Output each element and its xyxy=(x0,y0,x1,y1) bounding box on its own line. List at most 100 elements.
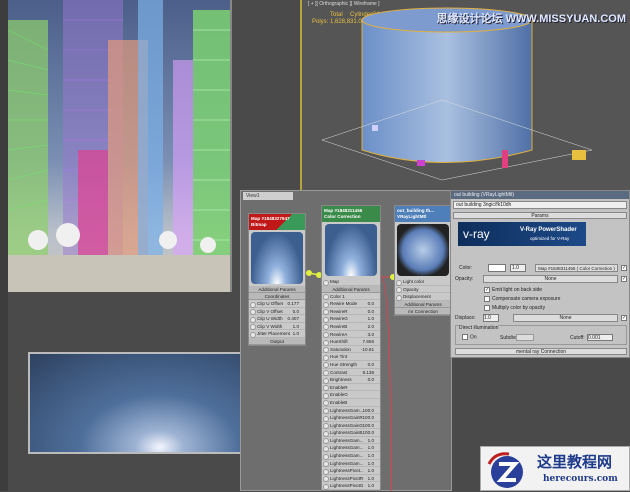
slot-label: Hue Tint xyxy=(330,354,348,360)
color-swatch[interactable] xyxy=(488,264,506,272)
slot-value[interactable]: 100.0 xyxy=(363,429,375,437)
vray-logo: v-ray xyxy=(463,227,490,241)
slot-value[interactable]: 1.0 xyxy=(368,460,374,468)
checkbox[interactable]: ✓ xyxy=(484,286,490,293)
coordinates-rollout[interactable]: Coordinates xyxy=(249,293,305,300)
params-rollout[interactable]: Params xyxy=(453,212,627,219)
direct-on-option[interactable]: On xyxy=(462,334,477,340)
slate-material-editor[interactable]: View1 Map #1848327947 Bitmap Additional P… xyxy=(240,190,452,492)
parameter-slot[interactable]: Displacement xyxy=(395,293,451,301)
parameter-slot[interactable]: LightnessGam... 1.0 xyxy=(322,444,380,453)
parameter-slot[interactable]: Jitter Placement 1.0 xyxy=(249,330,305,338)
mental-ray-connection-rollout[interactable]: mental ray Connection xyxy=(455,348,627,355)
additional-params-rollout[interactable]: Additional Params xyxy=(322,285,380,293)
vray-light-mtl-node[interactable]: out_building th... VRayLightMtl Light col… xyxy=(394,205,452,316)
parameter-slot[interactable]: Hue Tint xyxy=(322,353,380,361)
slot-value[interactable]: 1.0 xyxy=(368,315,374,323)
slot-value[interactable]: 1.0 xyxy=(368,467,374,475)
parameter-slot[interactable]: EnableR xyxy=(322,384,380,392)
parameter-slot[interactable]: RewireG 1.0 xyxy=(322,315,380,323)
parameter-slot[interactable]: LightnessPivotG 1.0 xyxy=(322,482,380,491)
slot-value[interactable]: 1.0 xyxy=(293,330,299,338)
multiply-opacity-option[interactable]: Multiply color by opacity xyxy=(484,304,560,313)
slot-value[interactable]: 1.0 xyxy=(368,444,374,452)
emit-back-side-option[interactable]: ✓ Emit light on back side xyxy=(484,286,560,295)
parameter-slot[interactable]: HueShift 7.656 xyxy=(322,338,380,346)
parameter-slot[interactable]: Brightness 0.0 xyxy=(322,376,380,384)
parameter-slot[interactable]: EnableG xyxy=(322,391,380,399)
parameter-slot[interactable]: EnableB xyxy=(322,399,380,407)
compensate-exposure-option[interactable]: Compensate camera exposure xyxy=(484,295,560,304)
parameter-slot[interactable]: Saturation -10.61 xyxy=(322,346,380,354)
orthographic-viewport[interactable]: [ + ][ Orthographic ][ Wireframe ] Total… xyxy=(300,0,630,190)
displace-input[interactable]: 1.0 xyxy=(483,314,499,322)
slot-value[interactable]: 0.0 xyxy=(368,300,374,308)
displace-map-button[interactable]: None xyxy=(513,314,618,322)
parameter-slot[interactable]: Hue Strength 0.0 xyxy=(322,361,380,369)
color-multiplier-input[interactable]: 1.0 xyxy=(510,264,526,272)
direct-illumination-group: Direct illumination xyxy=(459,325,499,331)
parameter-slot[interactable]: LightnessPivotR 1.0 xyxy=(322,475,380,483)
subdivs-input[interactable] xyxy=(516,334,534,341)
displace-map-checkbox[interactable]: ✓ xyxy=(621,315,627,321)
parameter-slot[interactable]: Clip V Width 1.0 xyxy=(249,323,305,331)
parameter-slot[interactable]: RewireR 0.0 xyxy=(322,308,380,316)
slot-value[interactable]: 1.0 xyxy=(368,452,374,460)
parameter-slot[interactable]: Contrast 9.136 xyxy=(322,369,380,377)
slot-value[interactable]: 1.0 xyxy=(293,323,299,331)
slot-value[interactable]: 100.0 xyxy=(363,422,375,430)
bitmap-node[interactable]: Map #1848327947 Bitmap Additional Params … xyxy=(248,213,306,346)
slot-value[interactable]: 0.0 xyxy=(368,376,374,384)
perspective-viewport[interactable] xyxy=(8,0,232,292)
slot-value[interactable]: 7.656 xyxy=(363,338,375,346)
map-input-slot[interactable]: Map xyxy=(322,278,380,286)
mr-connection-rollout[interactable]: mr Connection xyxy=(395,307,451,315)
node-type: VRayLightMtl xyxy=(397,214,427,219)
parameter-slot[interactable]: Color 1 xyxy=(322,293,380,301)
slot-value[interactable]: 100.0 xyxy=(363,414,375,422)
color-map-button[interactable]: Map #1848311455 ( Color Correction ) xyxy=(535,264,618,272)
opacity-map-checkbox[interactable]: ✓ xyxy=(621,276,627,282)
parameter-slot[interactable]: LightnessPivot... 1.0 xyxy=(322,467,380,475)
parameter-slot[interactable]: Clip U Width 0.407 xyxy=(249,315,305,323)
checkbox[interactable] xyxy=(462,334,468,340)
checkbox[interactable] xyxy=(484,295,490,302)
slot-value[interactable]: 0.177 xyxy=(288,300,300,308)
slot-label: Clip V Offset xyxy=(257,308,283,314)
parameter-slot[interactable]: LightnessGainG 100.0 xyxy=(322,422,380,430)
slot-value[interactable]: 100.0 xyxy=(363,407,375,415)
cutoff-input[interactable]: 0.001 xyxy=(587,334,613,341)
slot-value[interactable]: 1.0 xyxy=(368,437,374,445)
slot-value[interactable]: 2.0 xyxy=(368,323,374,331)
parameter-slot[interactable]: Rewire Mode 0.0 xyxy=(322,300,380,308)
opacity-map-button[interactable]: None xyxy=(483,275,618,283)
color-map-checkbox[interactable]: ✓ xyxy=(621,265,627,271)
parameter-slot[interactable]: RewireA 3.0 xyxy=(322,331,380,339)
slot-value[interactable]: 1.0 xyxy=(368,482,374,490)
slot-value[interactable]: 0.0 xyxy=(368,308,374,316)
parameter-slot[interactable]: Opacity xyxy=(395,286,451,294)
slot-value[interactable]: 0.0 xyxy=(368,361,374,369)
additional-params-rollout[interactable]: Additional Params xyxy=(395,300,451,308)
checkbox[interactable] xyxy=(484,304,490,311)
slot-value[interactable]: 3.0 xyxy=(368,331,374,339)
parameter-slot[interactable]: LightnessGam... 1.0 xyxy=(322,460,380,468)
parameter-slot[interactable]: LightnessGam... 1.0 xyxy=(322,452,380,460)
slot-value[interactable]: 0.0 xyxy=(293,308,299,316)
parameter-slot[interactable]: Light color xyxy=(395,278,451,286)
slot-value[interactable]: 9.136 xyxy=(363,369,375,377)
parameter-slot[interactable]: Clip U Offset 0.177 xyxy=(249,300,305,308)
parameter-slot[interactable]: RewireB 2.0 xyxy=(322,323,380,331)
parameter-slot[interactable]: LightnessGam... 1.0 xyxy=(322,437,380,445)
slot-value[interactable]: -10.61 xyxy=(361,346,374,354)
parameter-slot[interactable]: LightnessGainB 100.0 xyxy=(322,429,380,437)
output-rollout[interactable]: Output xyxy=(249,337,305,345)
additional-params-rollout[interactable]: Additional Params xyxy=(249,286,305,293)
parameter-slot[interactable]: LightnessGam... 100.0 xyxy=(322,407,380,415)
material-name-input[interactable]: out building 3ngic/fk10dh xyxy=(453,201,627,209)
color-correction-node[interactable]: Map #1848311455 Color Correction Map Addi… xyxy=(321,205,381,492)
parameter-slot[interactable]: LightnessGainR 100.0 xyxy=(322,414,380,422)
slot-value[interactable]: 1.0 xyxy=(368,475,374,483)
slot-value[interactable]: 0.407 xyxy=(288,315,300,323)
parameter-slot[interactable]: Clip V Offset 0.0 xyxy=(249,308,305,316)
